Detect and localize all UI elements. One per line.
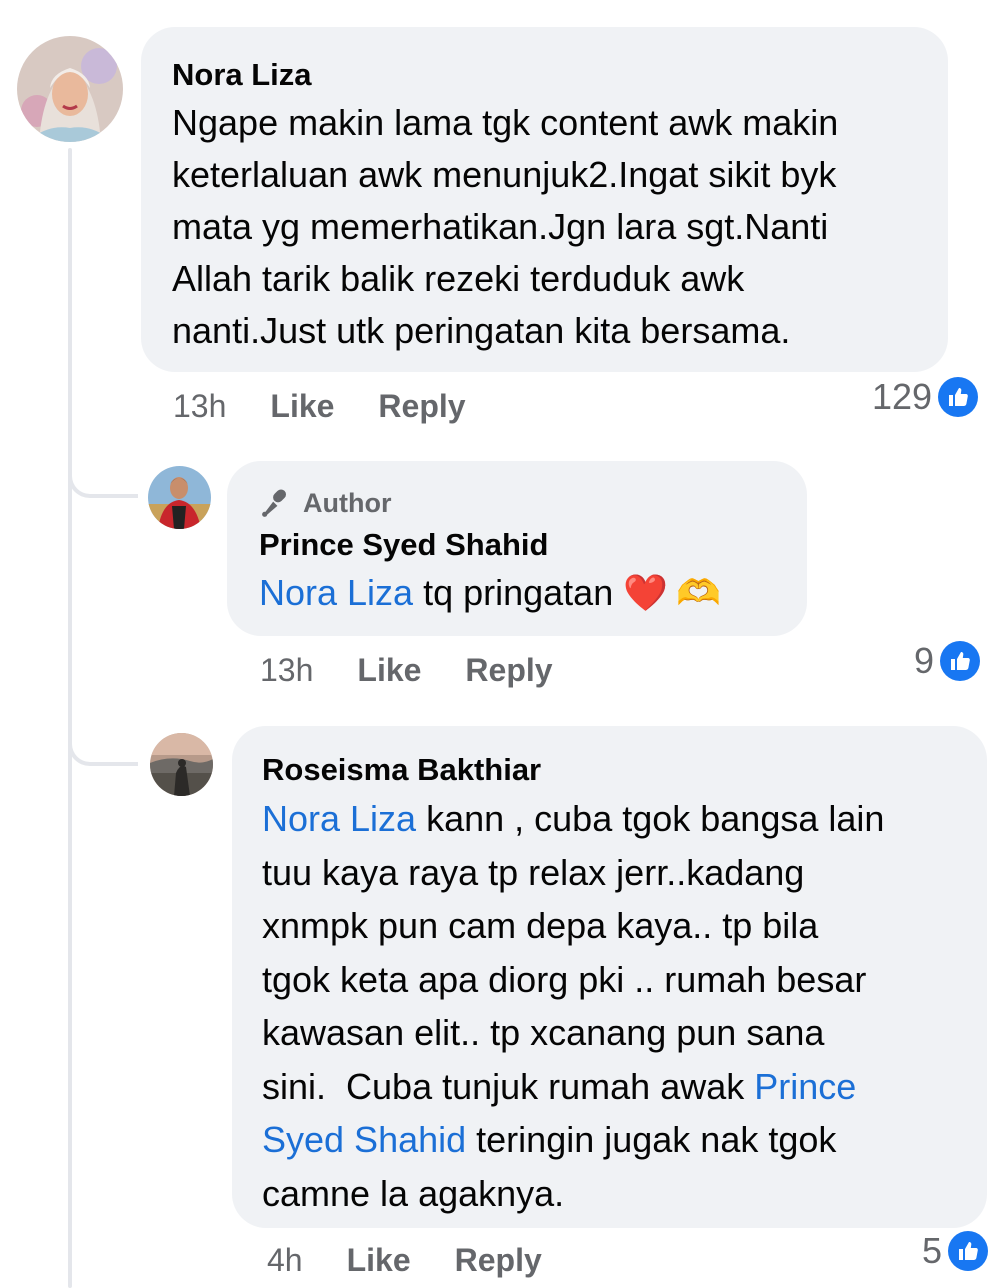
reply-button[interactable]: Reply [378, 388, 465, 425]
mention-link[interactable]: Syed Shahid [262, 1119, 466, 1160]
comment-line: teringin jugak nak tgok [466, 1119, 837, 1160]
heart-emoji: ❤️ [623, 572, 669, 613]
mention-link[interactable]: Prince [754, 1066, 856, 1107]
comment-line: Allah tarik balik rezeki terduduk awk [172, 258, 745, 299]
comment-text: Nora Liza tq pringatan ❤️ 🫶 [259, 567, 777, 619]
comment-line: xnmpk pun cam depa kaya.. tp bila [262, 905, 819, 946]
reaction-count: 5 [922, 1230, 943, 1271]
like-reaction-icon [948, 1231, 989, 1271]
reaction-summary[interactable]: 129 [872, 376, 979, 418]
like-button[interactable]: Like [357, 652, 421, 689]
comment-actions: 4h Like Reply [267, 1242, 586, 1279]
reply-branch-line [68, 454, 138, 498]
author-badge: Author [259, 485, 777, 521]
comment-line: kann , cuba tgok bangsa lain [416, 798, 885, 839]
comment-line: Ngape makin lama tgk content awk makin [172, 102, 839, 143]
reply-button[interactable]: Reply [465, 652, 552, 689]
commenter-name[interactable]: Nora Liza [172, 55, 918, 95]
comment-line: tuu kaya raya tp relax jerr..kadang [262, 851, 805, 893]
reply-button[interactable]: Reply [455, 1242, 542, 1279]
reply-branch-line [68, 722, 138, 766]
comment-text: Nora Liza kann , cuba tgok bangsa lain t… [262, 792, 959, 1220]
timestamp[interactable]: 13h [260, 652, 313, 689]
microphone-icon [262, 489, 287, 517]
comment-body: tq pringatan [413, 572, 624, 613]
commenter-name[interactable]: Roseisma Bakthiar [262, 750, 959, 790]
thread-line [68, 148, 72, 1288]
comment-bubble: Nora Liza Ngape makin lama tgk content a… [141, 27, 948, 372]
mention-link[interactable]: Nora Liza [262, 798, 416, 839]
like-button[interactable]: Like [270, 388, 334, 425]
reaction-summary[interactable]: 5 [922, 1230, 989, 1272]
comment-line: tgok keta apa diorg pki .. rumah besar [262, 958, 867, 1000]
comment-line: kawasan elit.. tp xcanang pun sana [262, 1012, 825, 1053]
comment-actions: 13h Like Reply [260, 652, 597, 689]
avatar-roseisma-bakthiar[interactable] [150, 733, 213, 796]
author-label: Author [303, 487, 392, 518]
comment-actions: 13h Like Reply [173, 388, 510, 425]
reply-bubble: Author Prince Syed Shahid Nora Liza tq p… [227, 461, 807, 636]
comment-line: keterlaluan awk menunjuk2.Ingat sikit by… [172, 154, 837, 195]
like-button[interactable]: Like [347, 1242, 411, 1279]
reply-bubble: Roseisma Bakthiar Nora Liza kann , cuba … [232, 726, 987, 1228]
comment-line: sini. Cuba tunjuk rumah awak [262, 1065, 755, 1107]
comment-line: camne la agaknya. [262, 1172, 565, 1214]
mention-link[interactable]: Nora Liza [259, 572, 413, 613]
comment-line: nanti.Just utk peringatan kita bersama. [172, 310, 791, 351]
timestamp[interactable]: 13h [173, 388, 226, 425]
reaction-count: 9 [914, 640, 935, 681]
avatar-prince-syed-shahid[interactable] [148, 466, 211, 529]
timestamp[interactable]: 4h [267, 1242, 303, 1279]
commenter-name[interactable]: Prince Syed Shahid [259, 525, 777, 565]
comment-text: Ngape makin lama tgk content awk makin k… [172, 97, 918, 357]
reaction-count: 129 [872, 376, 933, 417]
like-reaction-icon [938, 377, 979, 417]
reaction-summary[interactable]: 9 [914, 640, 981, 682]
like-reaction-icon [940, 641, 981, 681]
avatar-nora-liza[interactable] [17, 36, 123, 142]
comment-line: mata yg memerhatikan.Jgn lara sgt.Nanti [172, 206, 829, 247]
heart-hands-emoji: 🫶 [676, 572, 721, 613]
